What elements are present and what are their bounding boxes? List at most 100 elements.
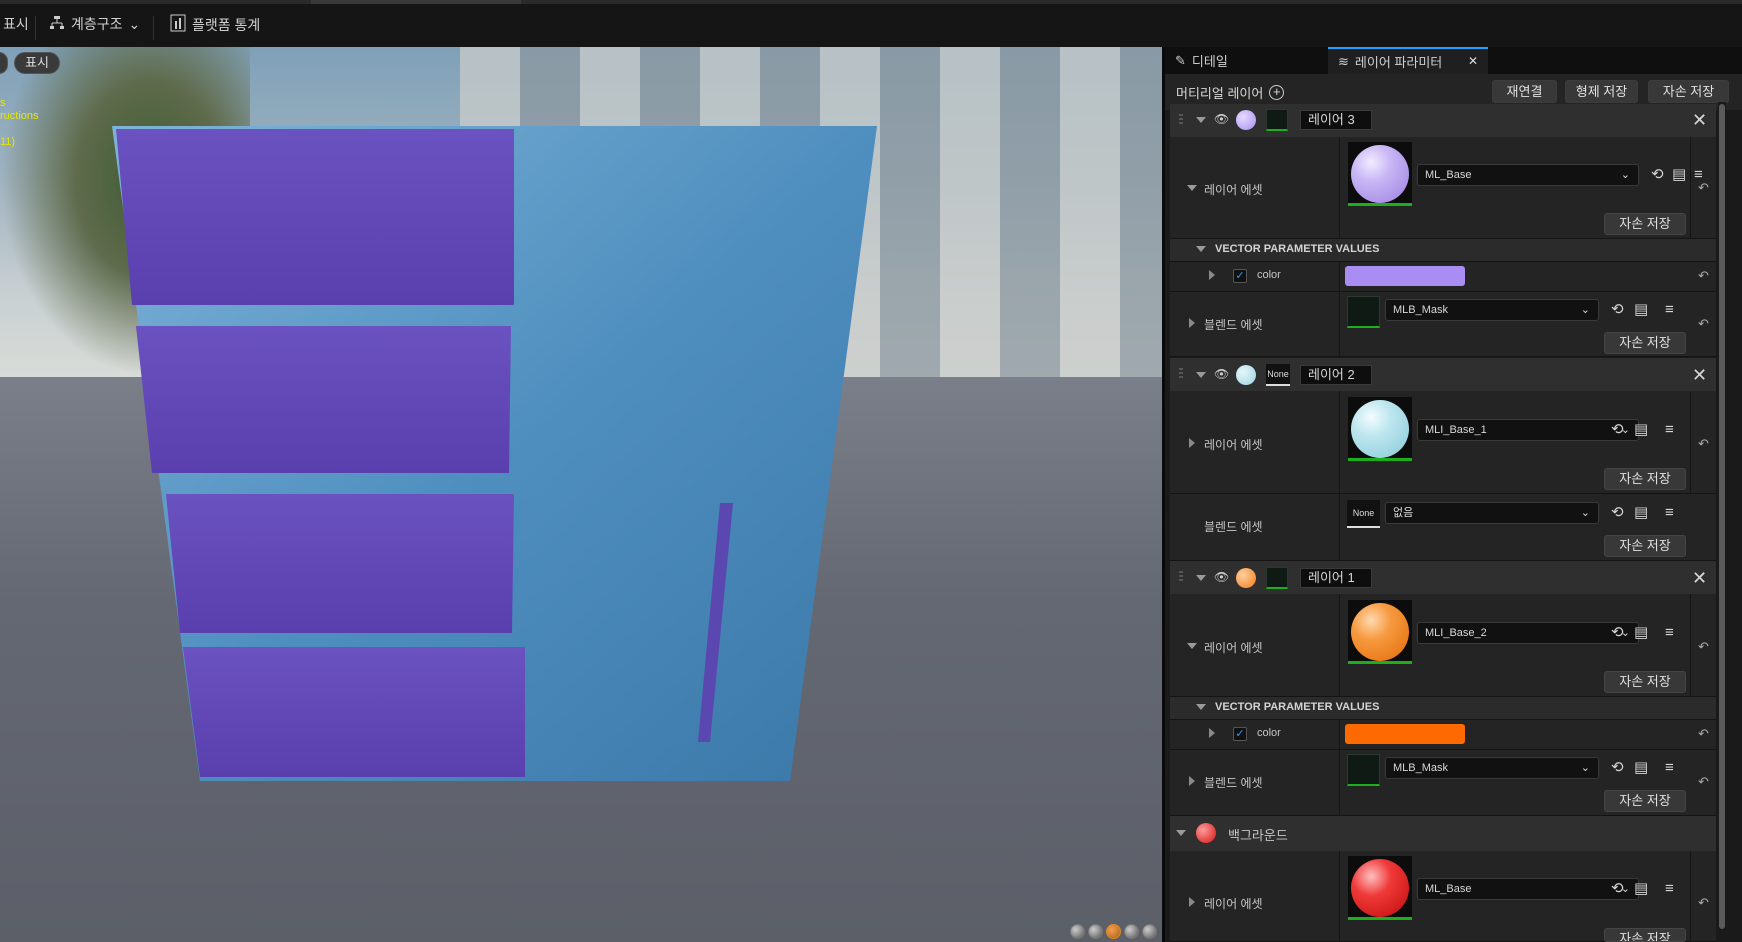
blend-asset-combo[interactable]: MLB_Mask ⌄ [1385,757,1599,779]
reset-icon[interactable]: ↶ [1698,268,1709,284]
save-child-button[interactable]: 자손 저장 [1604,928,1686,942]
filter-icon[interactable]: ≡ [1665,422,1674,438]
collapse-arrow-icon[interactable] [1196,372,1206,378]
preview-shape-icon[interactable] [1070,924,1085,939]
reset-icon[interactable]: ↶ [1698,180,1709,196]
browse-folder-icon[interactable]: ▤ [1634,760,1648,776]
platform-stats-button[interactable]: 플랫폼 통계 [170,14,260,35]
viewport-debug-text: s [0,97,6,109]
blend-asset-combo[interactable]: MLB_Mask ⌄ [1385,299,1599,321]
blend-thumbnail[interactable] [1347,296,1380,328]
color-override-checkbox[interactable]: ✓ [1233,727,1247,741]
filter-icon[interactable]: ≡ [1665,625,1674,641]
remove-layer-icon[interactable]: ✕ [1692,366,1707,384]
browse-folder-icon[interactable]: ▤ [1672,167,1686,183]
use-selected-icon[interactable]: ⟲ [1611,505,1624,521]
save-sibling-button[interactable]: 형제 저장 [1565,80,1638,103]
expand-arrow-icon[interactable] [1209,728,1215,738]
eye-icon[interactable]: 👁 [1214,112,1229,126]
save-child-button[interactable]: 자손 저장 [1604,790,1686,812]
color-override-checkbox[interactable]: ✓ [1233,269,1247,283]
asset-thumbnail[interactable] [1348,142,1412,206]
save-child-button[interactable]: 자손 저장 [1604,535,1686,557]
save-child-button[interactable]: 자손 저장 [1648,80,1729,103]
blend-asset-combo[interactable]: 없음 ⌄ [1385,502,1599,524]
asset-thumbnail[interactable] [1348,600,1412,664]
expand-arrow-icon[interactable] [1187,643,1197,649]
drag-handle-icon[interactable] [1179,114,1183,126]
reset-icon[interactable]: ↶ [1698,726,1709,742]
drag-handle-icon[interactable] [1179,368,1183,380]
viewport-show-button[interactable]: 표시 [14,52,60,74]
reset-icon[interactable]: ↶ [1698,436,1709,452]
use-selected-icon[interactable]: ⟲ [1611,302,1624,318]
expand-arrow-icon[interactable] [1189,438,1195,448]
use-selected-icon[interactable]: ⟲ [1611,881,1624,897]
reset-icon[interactable]: ↶ [1698,316,1709,332]
expand-arrow-icon[interactable] [1189,897,1195,907]
layer-asset-combo[interactable]: MLI_Base_1 ⌄ [1417,419,1639,441]
save-child-button[interactable]: 자손 저장 [1604,671,1686,693]
eye-icon[interactable]: 👁 [1214,570,1229,584]
drag-handle-icon[interactable] [1179,571,1183,583]
remove-layer-icon[interactable]: ✕ [1692,569,1707,587]
remove-layer-icon[interactable]: ✕ [1692,111,1707,129]
use-selected-icon[interactable]: ⟲ [1651,167,1664,183]
color-swatch[interactable] [1345,266,1465,286]
show-menu[interactable]: 표시 [3,14,29,34]
asset-thumbnail[interactable] [1348,397,1412,461]
relink-button[interactable]: 재연결 [1492,80,1557,103]
add-layer-icon[interactable]: + [1269,85,1285,100]
eye-icon[interactable]: 👁 [1214,367,1229,381]
collapse-arrow-icon[interactable] [1196,575,1206,581]
expand-arrow-icon[interactable] [1187,185,1197,191]
preview-shape-icon[interactable] [1124,924,1139,939]
expand-arrow-icon[interactable] [1209,270,1215,280]
3d-viewport[interactable]: 표시 s ructions 11) [0,47,1162,942]
reset-icon[interactable]: ↶ [1698,895,1709,911]
save-child-button[interactable]: 자손 저장 [1604,332,1686,354]
preview-shape-icon[interactable] [1106,924,1121,939]
expand-arrow-icon[interactable] [1189,776,1195,786]
column-divider [1339,292,1340,357]
layer-asset-combo[interactable]: ML_Base ⌄ [1417,164,1639,186]
collapse-arrow-icon[interactable] [1196,704,1206,710]
browse-folder-icon[interactable]: ▤ [1634,302,1648,318]
expand-arrow-icon[interactable] [1189,318,1195,328]
collapse-arrow-icon[interactable] [1196,117,1206,123]
reset-icon[interactable]: ↶ [1698,774,1709,790]
color-swatch[interactable] [1345,724,1465,744]
scrollbar-thumb[interactable] [1719,104,1725,929]
use-selected-icon[interactable]: ⟲ [1611,760,1624,776]
asset-thumbnail[interactable] [1348,856,1412,920]
browse-folder-icon[interactable]: ▤ [1634,625,1648,641]
browse-folder-icon[interactable]: ▤ [1634,422,1648,438]
collapse-arrow-icon[interactable] [1196,246,1206,252]
blend-thumbnail[interactable] [1347,754,1380,786]
column-divider [1690,391,1691,494]
save-child-button[interactable]: 자손 저장 [1604,468,1686,490]
tab-details[interactable]: ✎ 디테일 [1165,47,1325,74]
layer-asset-combo[interactable]: ML_Base ⌄ [1417,878,1639,900]
layer-name-field[interactable]: 레이어 3 [1300,110,1372,130]
filter-icon[interactable]: ≡ [1665,760,1674,776]
use-selected-icon[interactable]: ⟲ [1611,422,1624,438]
preview-shape-icon[interactable] [1088,924,1103,939]
collapse-arrow-icon[interactable] [1176,830,1186,836]
filter-icon[interactable]: ≡ [1665,505,1674,521]
layer-name-field[interactable]: 레이어 1 [1300,568,1372,588]
preview-shape-icon[interactable] [1142,924,1157,939]
layer-name-field[interactable]: 레이어 2 [1300,365,1372,385]
none-blend-thumbnail[interactable]: None [1347,500,1380,528]
filter-icon[interactable]: ≡ [1665,881,1674,897]
hierarchy-menu[interactable]: 계층구조 ⌄ [49,14,140,34]
layer-asset-combo[interactable]: MLI_Base_2 ⌄ [1417,622,1639,644]
browse-folder-icon[interactable]: ▤ [1634,505,1648,521]
reset-icon[interactable]: ↶ [1698,639,1709,655]
tab-layer-parameters[interactable]: ≋ 레이어 파라미터 ✕ [1328,47,1488,74]
filter-icon[interactable]: ≡ [1665,302,1674,318]
use-selected-icon[interactable]: ⟲ [1611,625,1624,641]
close-icon[interactable]: ✕ [1468,54,1478,68]
browse-folder-icon[interactable]: ▤ [1634,881,1648,897]
save-child-button[interactable]: 자손 저장 [1604,213,1686,235]
